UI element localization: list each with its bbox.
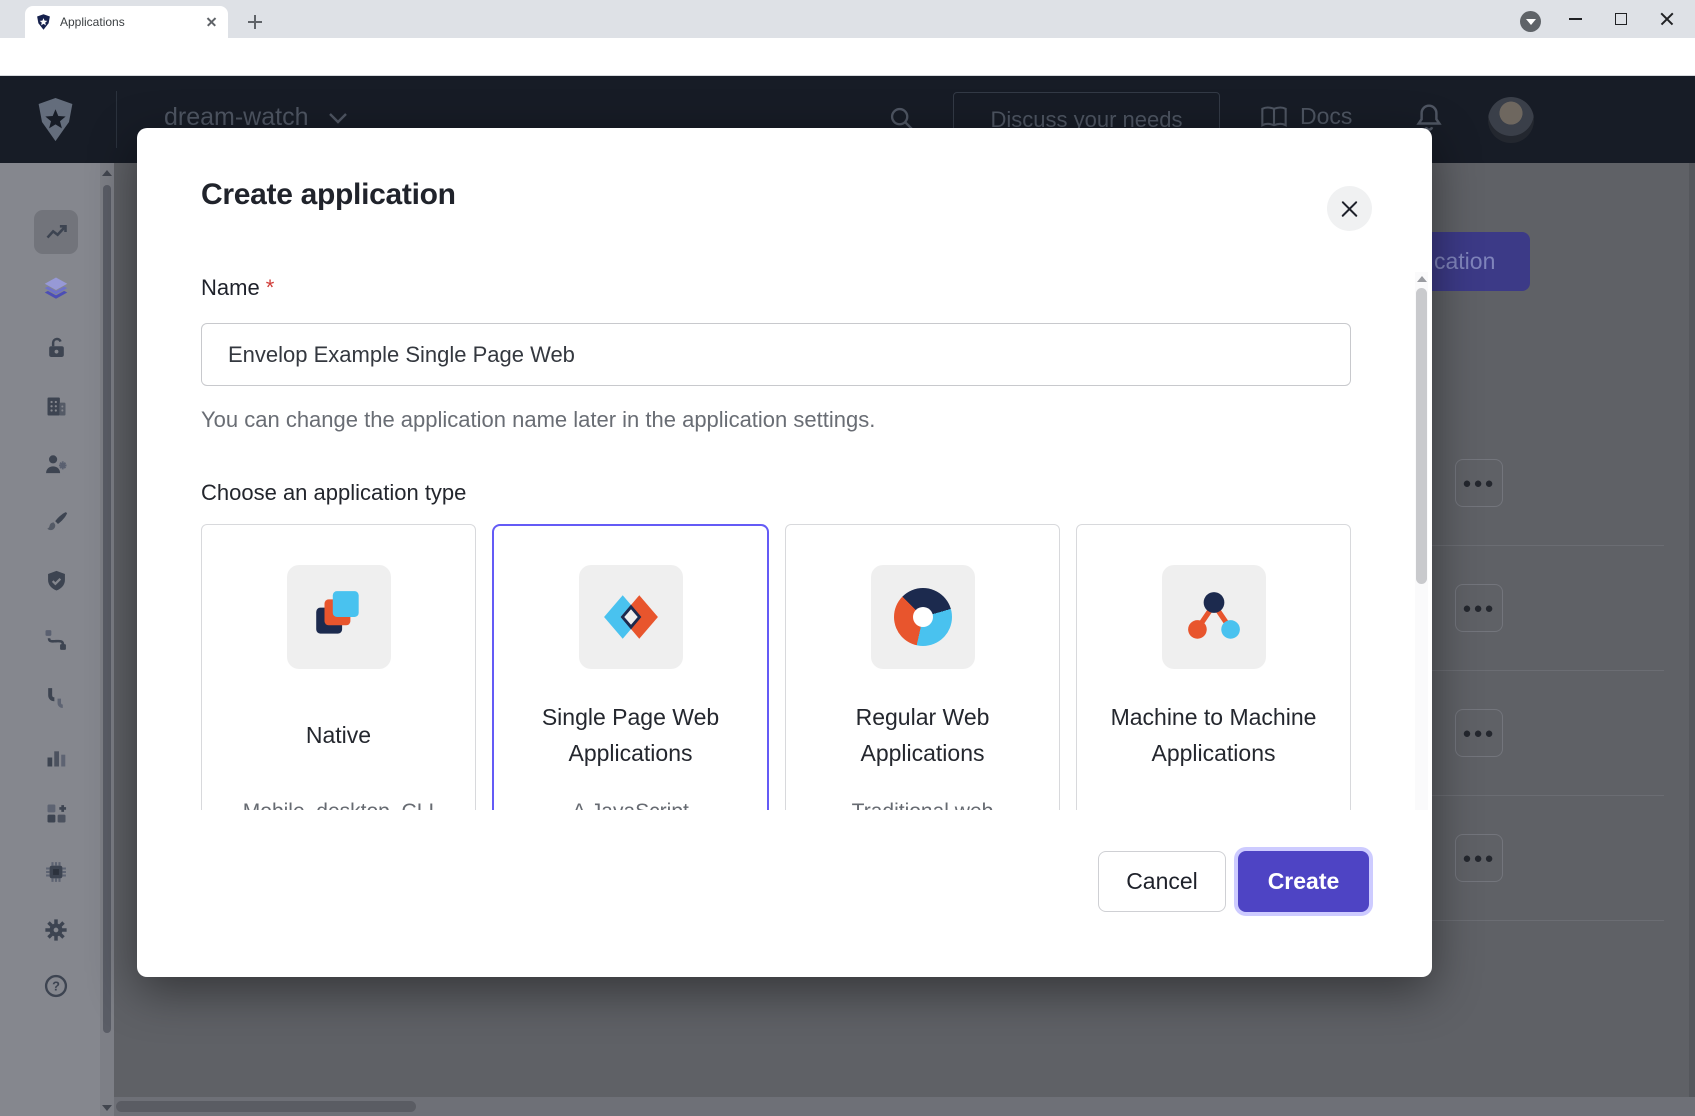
sidebar-item-marketplace[interactable] — [34, 791, 78, 835]
spa-icon-tile — [579, 565, 683, 669]
new-tab-button[interactable] — [243, 10, 267, 34]
unlocked-padlock-icon — [43, 335, 70, 362]
modal-close-icon[interactable] — [1327, 186, 1372, 231]
regular-web-icon-tile — [871, 565, 975, 669]
sidebar-item-monitoring[interactable] — [34, 735, 78, 779]
spa-diamond-icon — [602, 588, 660, 646]
book-icon — [1260, 105, 1288, 129]
app-type-card-regular-web[interactable]: Regular Web Applications Traditional web — [785, 524, 1060, 810]
m2m-icon-tile — [1162, 565, 1266, 669]
row-separator — [1432, 920, 1664, 921]
paintbrush-icon — [42, 508, 70, 536]
chevron-down-icon — [327, 111, 349, 125]
sidebar-item-applications[interactable] — [34, 268, 78, 312]
app-type-card-native[interactable]: Native Mobile, desktop, CLI and smart — [201, 524, 476, 810]
tab-close-icon[interactable] — [204, 14, 220, 30]
gear-icon — [41, 915, 71, 945]
row-separator — [1432, 545, 1664, 546]
sidebar-item-auth-pipeline[interactable] — [34, 676, 78, 720]
pipeline-icon — [42, 684, 70, 712]
cancel-button[interactable]: Cancel — [1098, 851, 1226, 912]
window-maximize-button[interactable] — [1598, 0, 1644, 38]
card-description: Mobile, desktop, CLI and smart — [236, 796, 441, 810]
name-label: Name* — [201, 275, 274, 301]
bar-chart-icon — [43, 744, 70, 771]
name-helper-text: You can change the application name late… — [201, 407, 875, 433]
tab-title: Applications — [60, 15, 204, 29]
screen: Applications manage.auth0.com/dashboard/… — [0, 0, 1695, 1116]
choose-type-label: Choose an application type — [201, 480, 466, 506]
native-icon-tile — [287, 565, 391, 669]
svg-text:?: ? — [52, 979, 60, 994]
app-row-menu-button[interactable]: ●●● — [1455, 459, 1503, 507]
app-row-menu-button[interactable]: ●●● — [1455, 584, 1503, 632]
scroll-up-arrow-icon[interactable] — [102, 170, 112, 176]
tab-search-chevron-icon[interactable] — [1520, 11, 1541, 32]
create-button[interactable]: Create — [1238, 851, 1369, 912]
card-description: A JavaScript — [572, 796, 689, 810]
modal-scrollbar-thumb[interactable] — [1416, 288, 1427, 584]
sidebar-scrollbar[interactable] — [100, 163, 114, 1116]
app-type-card-single-page[interactable]: Single Page Web Applications A JavaScrip… — [492, 524, 769, 810]
auth0-favicon — [35, 13, 52, 31]
required-asterisk: * — [266, 275, 275, 300]
scroll-up-arrow-icon[interactable] — [1417, 276, 1427, 282]
scroll-down-arrow-icon[interactable] — [102, 1105, 112, 1111]
application-name-input[interactable] — [201, 323, 1351, 386]
card-title: Native — [306, 699, 371, 771]
card-description: Traditional web — [852, 796, 994, 810]
header-divider — [116, 91, 117, 148]
native-stack-icon — [310, 588, 368, 646]
user-avatar[interactable] — [1488, 97, 1534, 143]
app-row-menu-button[interactable]: ●●● — [1455, 709, 1503, 757]
sidebar-item-authentication[interactable] — [34, 326, 78, 370]
auth0-logo — [33, 96, 78, 143]
sidebar-item-actions[interactable] — [34, 618, 78, 662]
modal-scrollbar[interactable] — [1415, 272, 1428, 810]
chip-icon — [42, 858, 70, 886]
row-separator — [1432, 670, 1664, 671]
sidebar-item-organizations[interactable] — [34, 384, 78, 428]
trend-chart-icon — [43, 219, 70, 246]
sidebar-item-activity[interactable] — [34, 210, 78, 254]
sidebar-item-user-management[interactable] — [34, 442, 78, 486]
layers-icon — [41, 275, 71, 305]
horizontal-scrollbar-thumb[interactable] — [116, 1101, 416, 1112]
app-row-menu-button[interactable]: ●●● — [1455, 834, 1503, 882]
sidebar-item-settings[interactable] — [34, 908, 78, 952]
browser-tab[interactable]: Applications — [25, 6, 228, 38]
card-title: Single Page Web Applications — [526, 699, 736, 771]
sidebar-item-help[interactable]: ? — [34, 964, 78, 1008]
app-type-card-machine-to-machine[interactable]: Machine to Machine Applications — [1076, 524, 1351, 810]
sidebar-scrollbar-thumb[interactable] — [103, 185, 111, 1033]
docs-label: Docs — [1300, 103, 1352, 130]
regular-web-donut-icon — [894, 588, 952, 646]
modal-title: Create application — [201, 178, 456, 212]
sidebar-item-security[interactable] — [34, 559, 78, 603]
page-vertical-scrollbar[interactable] — [1689, 163, 1695, 1097]
user-gear-icon — [42, 450, 70, 478]
browser-tab-strip: Applications — [0, 0, 1695, 38]
m2m-nodes-icon — [1185, 588, 1243, 646]
shield-check-icon — [43, 568, 70, 595]
page-horizontal-scrollbar[interactable] — [114, 1097, 1695, 1116]
building-icon — [43, 393, 70, 420]
create-application-modal: Create application Name* You can change … — [137, 128, 1432, 977]
card-title: Machine to Machine Applications — [1109, 699, 1319, 771]
question-circle-icon: ? — [42, 972, 70, 1000]
marketplace-icon — [43, 800, 70, 827]
flow-icon — [42, 626, 70, 654]
browser-toolbar: manage.auth0.com/dashboard/eu/dream-watc… — [0, 38, 1695, 76]
sidebar-nav: ? — [0, 163, 100, 1116]
docs-link[interactable]: Docs — [1260, 103, 1352, 130]
sidebar-item-extensions[interactable] — [34, 850, 78, 894]
sidebar-item-branding[interactable] — [34, 500, 78, 544]
card-title: Regular Web Applications — [818, 699, 1028, 771]
window-minimize-button[interactable] — [1552, 0, 1598, 38]
row-separator — [1432, 795, 1664, 796]
window-close-button[interactable] — [1644, 0, 1690, 38]
create-application-button-partial[interactable]: cation — [1432, 232, 1530, 291]
application-type-cards: Native Mobile, desktop, CLI and smart Si… — [201, 524, 1351, 810]
